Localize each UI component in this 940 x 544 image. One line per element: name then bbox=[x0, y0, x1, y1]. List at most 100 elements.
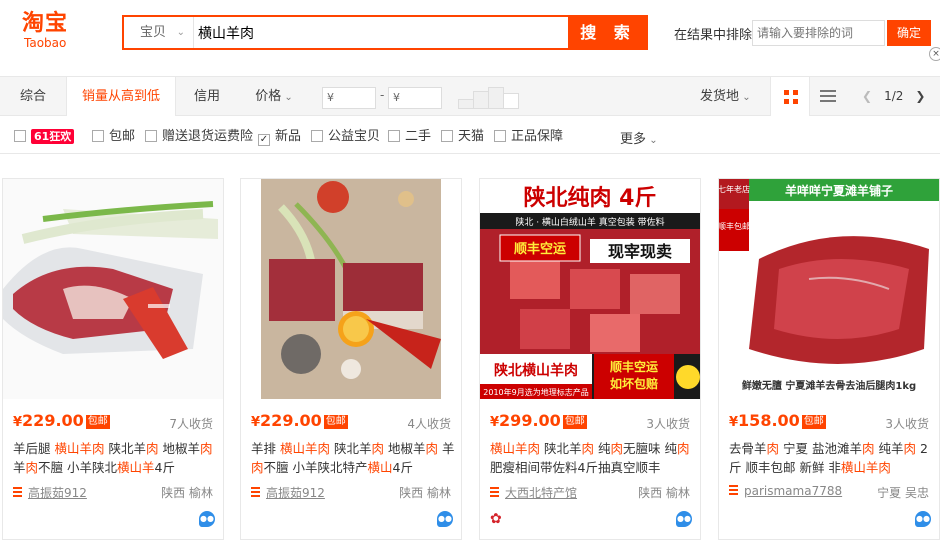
tab-comprehensive[interactable]: 综合 bbox=[0, 77, 66, 116]
filter-charity[interactable]: 公益宝贝 bbox=[311, 129, 380, 145]
filter-free-shipping[interactable]: 包邮 bbox=[92, 129, 135, 145]
shop-name: 大西北特产馆 bbox=[505, 486, 578, 500]
product-image[interactable]: 陕北纯肉 4斤 陕北 · 横山白绒山羊 真空包装 带佐料 顺丰空运 现宰现卖 陕… bbox=[480, 179, 700, 399]
search-input[interactable] bbox=[198, 21, 568, 45]
product-title[interactable]: 羊排 横山羊肉 陕北羊肉 地椒羊肉 羊肉不膻 小羊陕北特产横山4斤 bbox=[251, 439, 456, 477]
filter-return-insurance[interactable]: 赠送退货运费险 bbox=[145, 129, 253, 145]
checkbox[interactable] bbox=[145, 130, 157, 142]
tab-credit[interactable]: 信用 bbox=[176, 77, 238, 116]
location: 陕西 榆林 bbox=[399, 486, 451, 500]
close-icon[interactable]: × bbox=[929, 47, 940, 61]
price-min-input[interactable]: ¥ bbox=[322, 87, 376, 109]
title-text: 陕北羊 bbox=[104, 441, 146, 456]
filter-new[interactable]: ✓ 新品 bbox=[258, 129, 302, 146]
aliwangwang-icon[interactable]: ●● bbox=[199, 511, 215, 527]
title-text: 羊 bbox=[438, 441, 455, 456]
product-card[interactable]: ¥229.00 包邮 7人收货 羊后腿 横山羊肉 陕北羊肉 地椒羊肉 羊肉不膻 小… bbox=[2, 178, 224, 540]
checkbox[interactable] bbox=[388, 130, 400, 142]
checkbox-checked[interactable]: ✓ bbox=[258, 134, 270, 146]
image-foot: 鲜嫩无膻 宁夏滩羊去骨去油后腿肉1kg bbox=[742, 379, 916, 392]
filter-label: 天猫 bbox=[458, 129, 485, 144]
exclude-input[interactable] bbox=[752, 20, 885, 46]
title-text: 不膻 小羊陕北特产 bbox=[263, 460, 368, 475]
search-scope-select[interactable]: 宝贝 ⌄ bbox=[124, 17, 194, 48]
product-image[interactable] bbox=[241, 179, 461, 399]
free-shipping-badge: 包邮 bbox=[801, 415, 826, 429]
more-filters-button[interactable]: 更多 ⌄ bbox=[620, 128, 658, 147]
title-text: 4斤 bbox=[392, 460, 413, 475]
tab-price-label: 价格 bbox=[255, 89, 282, 104]
price-range-bars[interactable] bbox=[458, 87, 520, 109]
location: 陕西 榆林 bbox=[638, 486, 690, 500]
price-max-input[interactable]: ¥ bbox=[388, 87, 442, 109]
image-banner-text: 陕北纯肉 4斤 bbox=[524, 185, 657, 211]
checkbox[interactable] bbox=[92, 130, 104, 142]
next-page-icon[interactable]: ❯ bbox=[915, 89, 925, 103]
location: 陕西 榆林 bbox=[161, 486, 213, 500]
product-card[interactable]: ¥229.00 包邮 4人收货 羊排 横山羊肉 陕北羊肉 地椒羊肉 羊肉不膻 小羊… bbox=[240, 178, 462, 540]
title-keyword: 肉 bbox=[199, 441, 213, 456]
tab-price[interactable]: 价格 ⌄ bbox=[246, 77, 302, 116]
logo-cn-text: 淘宝 bbox=[22, 11, 69, 36]
free-shipping-badge: 包邮 bbox=[85, 415, 110, 429]
title-keyword: 肉 bbox=[371, 441, 384, 456]
flower-icon: ✿ bbox=[490, 511, 502, 527]
filter-label: 新品 bbox=[275, 129, 302, 144]
price-value: 158.00 bbox=[738, 411, 800, 430]
title-keyword: 肉 bbox=[861, 441, 875, 456]
shop-link[interactable]: 高振茹912 bbox=[13, 484, 87, 501]
title-text: 羊后腿 bbox=[13, 441, 55, 456]
product-card[interactable]: 陕北纯肉 4斤 陕北 · 横山白绒山羊 真空包装 带佐料 顺丰空运 现宰现卖 陕… bbox=[479, 178, 701, 540]
title-text: 陕北羊 bbox=[330, 441, 372, 456]
shop-icon bbox=[729, 485, 738, 495]
shop-link[interactable]: parismama7788 bbox=[729, 484, 842, 498]
title-keyword: 横山羊肉 bbox=[54, 441, 105, 456]
title-keyword: 横山羊 bbox=[117, 460, 155, 475]
price-range-bar bbox=[473, 91, 489, 109]
product-image[interactable]: 羊咩咩宁夏滩羊铺子 七年老店 顺丰包邮 鲜嫩无膻 宁夏滩羊去骨去油后腿肉1kg bbox=[719, 179, 939, 399]
filter-genuine[interactable]: 正品保障 bbox=[494, 129, 563, 145]
page-indicator: 1/2 bbox=[884, 89, 904, 103]
shop-link[interactable]: 高振茹912 bbox=[251, 484, 325, 501]
title-text: 纯 bbox=[594, 441, 611, 456]
chevron-down-icon: ⌄ bbox=[739, 92, 751, 103]
aliwangwang-icon[interactable]: ●● bbox=[437, 511, 453, 527]
checkbox[interactable] bbox=[14, 130, 26, 142]
checkbox[interactable] bbox=[311, 130, 323, 142]
chevron-down-icon: ⌄ bbox=[176, 27, 185, 38]
image-foot: 2010年9月选为地理标志产品 bbox=[483, 387, 588, 397]
checkbox[interactable] bbox=[441, 130, 453, 142]
prev-page-icon[interactable]: ❮ bbox=[862, 89, 872, 103]
aliwangwang-icon[interactable]: ●● bbox=[676, 511, 692, 527]
filter-label: 赠送退货运费险 bbox=[162, 129, 254, 144]
title-text: 宁夏 盐池滩羊 bbox=[779, 441, 862, 456]
top-bar: 淘宝 Taobao 宝贝 ⌄ 搜 索 在结果中排除 确定 × bbox=[0, 0, 940, 64]
filter-tmall[interactable]: 天猫 bbox=[441, 129, 484, 145]
product-title[interactable]: 羊后腿 横山羊肉 陕北羊肉 地椒羊肉 羊肉不膻 小羊陕北横山羊4斤 bbox=[13, 439, 218, 477]
chevron-down-icon: ⌄ bbox=[646, 135, 658, 146]
search-button[interactable]: 搜 索 bbox=[568, 15, 648, 50]
product-card[interactable]: 羊咩咩宁夏滩羊铺子 七年老店 顺丰包邮 鲜嫩无膻 宁夏滩羊去骨去油后腿肉1kg … bbox=[718, 178, 940, 540]
free-shipping-badge: 包邮 bbox=[562, 415, 587, 429]
sort-bar: 综合 销量从高到低 信用 价格 ⌄ ¥ - ¥ 发货地 ⌄ ❮ 1/2 ❯ bbox=[0, 76, 940, 116]
filter-second-hand[interactable]: 二手 bbox=[388, 129, 431, 145]
title-keyword: 肉 bbox=[677, 441, 690, 456]
grid-view-button[interactable] bbox=[770, 77, 810, 116]
ship-from-filter[interactable]: 发货地 ⌄ bbox=[700, 77, 751, 116]
product-price: ¥229.00 包邮 bbox=[251, 411, 348, 430]
tab-sales[interactable]: 销量从高到低 bbox=[66, 77, 176, 116]
more-label: 更多 bbox=[620, 132, 647, 147]
aliwangwang-icon[interactable]: ●● bbox=[915, 511, 931, 527]
product-title[interactable]: 去骨羊肉 宁夏 盐池滩羊肉 纯羊肉 2斤 顺丰包邮 新鲜 非横山羊肉 bbox=[729, 439, 934, 477]
deal-count: 3人收货 bbox=[646, 417, 690, 431]
product-image[interactable] bbox=[3, 179, 223, 399]
taobao-logo[interactable]: 淘宝 Taobao bbox=[22, 12, 82, 52]
search-box: 宝贝 ⌄ 搜 索 bbox=[122, 15, 648, 50]
title-keyword: 肉 bbox=[25, 460, 39, 475]
list-view-icon[interactable] bbox=[820, 90, 836, 104]
product-title[interactable]: 横山羊肉 陕北羊肉 纯肉无膻味 纯肉肥瘦相间带佐料4斤抽真空顺丰 bbox=[490, 439, 695, 477]
exclude-confirm-button[interactable]: 确定 bbox=[887, 20, 931, 46]
shop-link[interactable]: 大西北特产馆 bbox=[490, 484, 577, 501]
filter-promo[interactable]: 61狂欢 bbox=[14, 129, 75, 145]
checkbox[interactable] bbox=[494, 130, 506, 142]
